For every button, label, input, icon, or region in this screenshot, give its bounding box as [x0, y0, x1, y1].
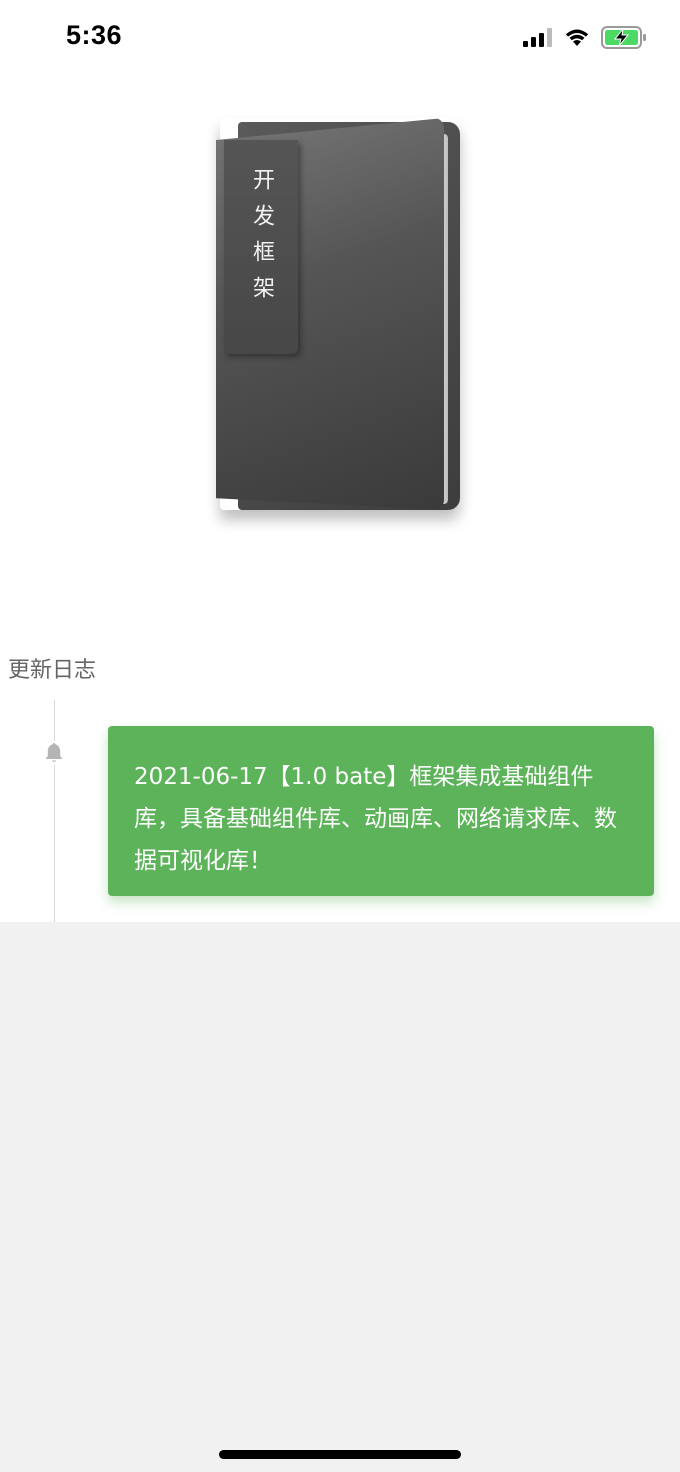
- cover-title: 开发框架: [249, 168, 274, 312]
- timeline-line: [54, 700, 55, 922]
- status-time: 5:36: [66, 20, 123, 50]
- home-indicator[interactable]: [219, 1450, 461, 1459]
- battery-charging-icon: [601, 26, 646, 49]
- cover-image: 开发框架: [210, 112, 470, 522]
- signal-icon: [523, 28, 552, 47]
- wifi-icon: [565, 29, 589, 46]
- bell-icon: [43, 741, 65, 765]
- changelog-title: 更新日志: [8, 658, 97, 683]
- status-bar: 5:36: [0, 0, 680, 76]
- changelog-entry-text: 2021-06-17【1.0 bate】框架集成基础组件库，具备基础组件库、动画…: [134, 764, 617, 874]
- changelog-entry-card: 2021-06-17【1.0 bate】框架集成基础组件库，具备基础组件库、动画…: [108, 726, 654, 896]
